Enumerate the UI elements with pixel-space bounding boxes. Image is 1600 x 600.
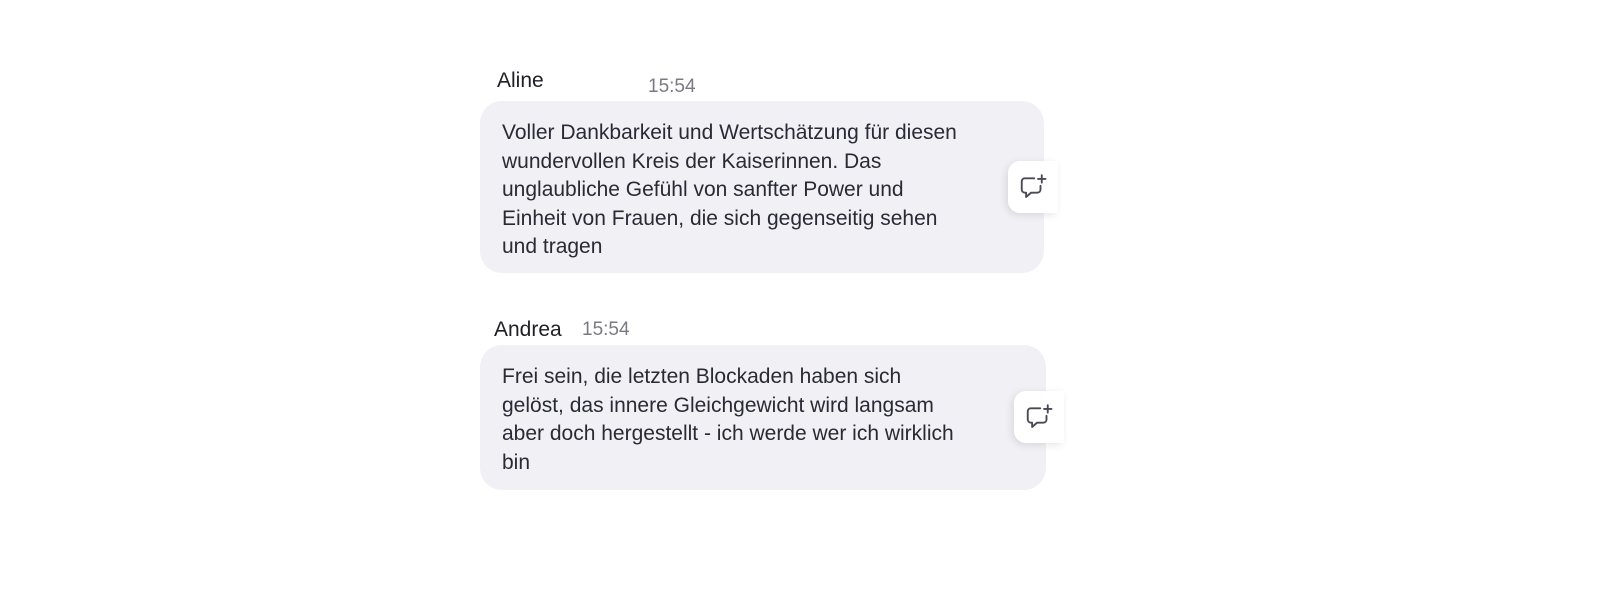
add-comment-icon — [1020, 174, 1047, 198]
message-timestamp: 15:54 — [648, 76, 696, 97]
add-comment-icon — [1026, 404, 1053, 428]
message-bubble: Voller Dankbarkeit und Wertschätzung für… — [480, 101, 1044, 273]
message-timestamp: 15:54 — [582, 319, 630, 340]
add-comment-button[interactable] — [1014, 391, 1064, 443]
message-bubble: Frei sein, die letzten Blockaden haben s… — [480, 345, 1046, 490]
sender-name: Andrea — [494, 318, 562, 341]
sender-name: Aline — [497, 69, 544, 92]
add-comment-button[interactable] — [1008, 161, 1058, 213]
